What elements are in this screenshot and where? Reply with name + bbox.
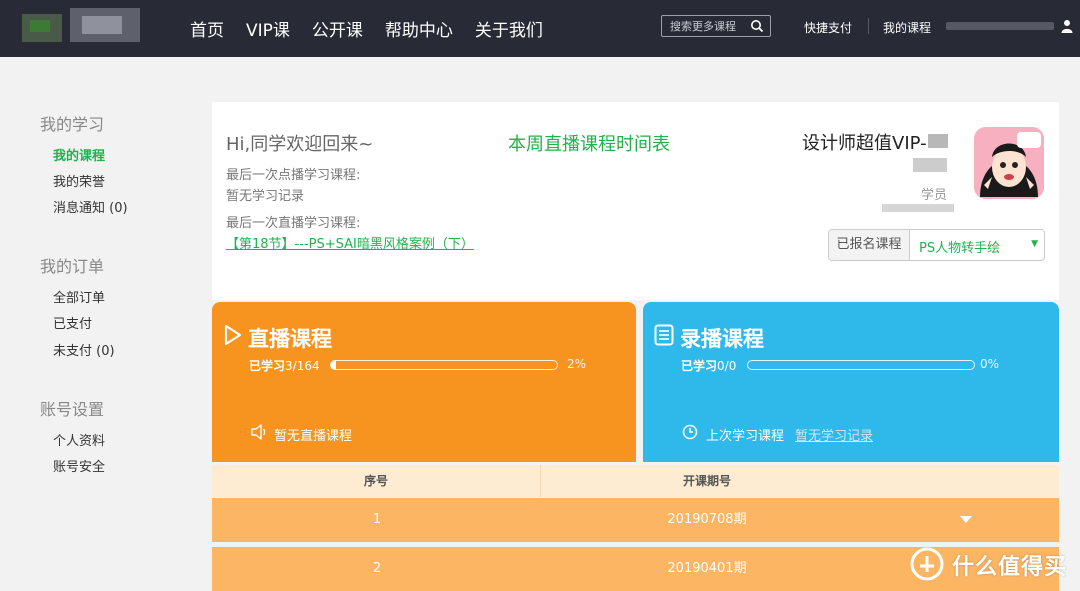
main-nav: 首页 VIP课 公开课 帮助中心 关于我们 (190, 0, 565, 57)
recorded-progress-label: 已学习0/0 (681, 357, 736, 374)
table-row[interactable]: 1 20190708期 (212, 498, 1059, 542)
sidebar-item-profile[interactable]: 个人资料 (53, 430, 105, 449)
live-schedule-link[interactable]: 本周直播课程时间表 (508, 130, 670, 156)
nav-home[interactable]: 首页 (190, 16, 224, 41)
row-index: 2 (372, 561, 382, 576)
play-icon (224, 324, 242, 346)
user-id-blurred (882, 204, 954, 212)
recorded-progress-count: 0/0 (717, 359, 737, 373)
search-input[interactable] (662, 16, 748, 36)
nav-public[interactable]: 公开课 (312, 16, 363, 41)
sidebar-item-security[interactable]: 账号安全 (53, 456, 105, 475)
nav-about[interactable]: 关于我们 (475, 16, 543, 41)
top-navbar: 首页 VIP课 公开课 帮助中心 关于我们 快捷支付 我的课程 (0, 0, 1080, 57)
last-vod-value: 暂无学习记录 (226, 189, 305, 204)
user-icon[interactable] (1061, 19, 1073, 33)
speaker-icon (251, 424, 266, 440)
greeting-text: Hi,同学欢迎回来~ (226, 134, 374, 155)
enrolled-label: 已报名课程 (829, 230, 910, 260)
nav-vip[interactable]: VIP课 (246, 16, 290, 41)
table-header: 序号 开课期号 (212, 465, 1059, 497)
watermark: 什么值得买 (910, 545, 1070, 583)
my-courses-link[interactable]: 我的课程 (883, 19, 931, 36)
sidebar-item-honors[interactable]: 我的荣誉 (53, 171, 105, 190)
live-progress-count: 3/164 (285, 359, 320, 373)
last-vod-label: 最后一次点播学习课程: (226, 168, 361, 183)
live-progress-label: 已学习3/164 (249, 357, 320, 374)
vip-title-blurred (928, 134, 948, 148)
recorded-footer-link[interactable]: 暂无学习记录 (795, 425, 873, 444)
avatar[interactable] (974, 127, 1044, 199)
sidebar-item-my-courses[interactable]: 我的课程 (53, 145, 105, 164)
search-icon[interactable] (750, 19, 764, 33)
document-icon (654, 324, 674, 346)
sidebar-section-account: 账号设置 (40, 400, 105, 419)
clock-icon (682, 424, 698, 440)
nav-help[interactable]: 帮助中心 (385, 16, 453, 41)
sidebar-section-learning: 我的学习 (40, 115, 105, 134)
site-logo[interactable] (22, 6, 142, 48)
enrolled-course-select[interactable]: 已报名课程 PS人物转手绘 ▼ (828, 229, 1045, 261)
live-progress-bar (330, 360, 558, 370)
recorded-progress-percent: 0% (980, 357, 1000, 371)
column-header-index: 序号 (212, 465, 541, 497)
live-progress-fill (331, 361, 336, 369)
recorded-card-title: 录播课程 (680, 327, 764, 351)
row-index: 1 (372, 512, 382, 527)
column-header-term: 开课期号 (682, 474, 731, 488)
recorded-progress-bar (747, 360, 975, 370)
recorded-footer-label: 上次学习课程 (706, 429, 785, 444)
user-role: 学员 (921, 188, 948, 203)
row-term: 20190401期 (667, 561, 747, 576)
username-blurred[interactable] (946, 22, 1054, 30)
watermark-text: 什么值得买 (952, 555, 1068, 580)
sidebar-section-orders: 我的订单 (40, 257, 105, 276)
watermark-logo-icon (910, 547, 944, 581)
sidebar-item-notifications[interactable]: 消息通知 (0) (53, 197, 128, 216)
sidebar-item-unpaid[interactable]: 未支付 (0) (53, 340, 115, 359)
quick-pay-link[interactable]: 快捷支付 (804, 19, 852, 36)
enrolled-course-value[interactable]: PS人物转手绘 (919, 237, 1000, 256)
recorded-progress-prefix: 已学习 (681, 359, 718, 373)
live-progress-percent: 2% (567, 357, 587, 371)
sidebar-item-paid[interactable]: 已支付 (53, 313, 92, 332)
vip-title: 设计师超值VIP- (802, 133, 927, 154)
live-progress-prefix: 已学习 (249, 359, 286, 373)
last-live-course-link[interactable]: 【第18节】---PS+SAI暗黑风格案例（下） (226, 233, 474, 252)
name-blurred (913, 158, 947, 172)
live-footer-text: 暂无直播课程 (274, 429, 353, 444)
live-course-card[interactable]: 直播课程 已学习3/164 2% 暂无直播课程 (212, 302, 636, 462)
expand-caret-icon[interactable] (959, 512, 973, 526)
chevron-down-icon[interactable]: ▼ (1031, 239, 1038, 249)
divider (868, 18, 869, 34)
sidebar-item-all-orders[interactable]: 全部订单 (53, 287, 105, 306)
row-term: 20190708期 (667, 512, 747, 527)
last-live-label: 最后一次直播学习课程: (226, 216, 361, 231)
recorded-course-card[interactable]: 录播课程 已学习0/0 0% 上次学习课程 暂无学习记录 (643, 302, 1059, 462)
search-box (661, 15, 771, 37)
live-card-title: 直播课程 (248, 327, 332, 351)
